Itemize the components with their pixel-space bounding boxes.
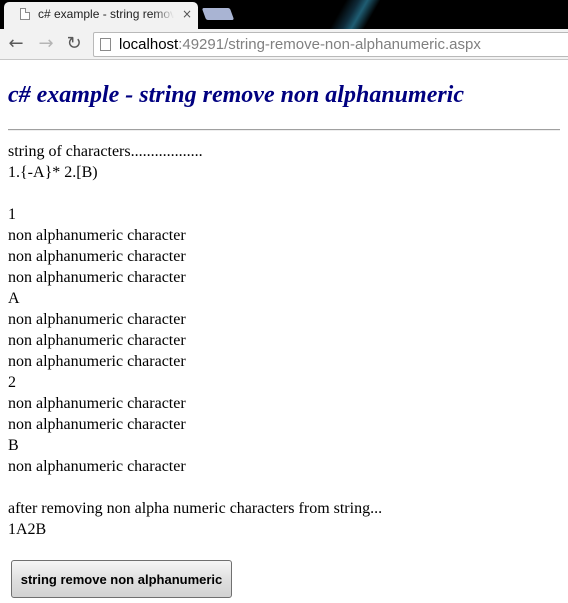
browser-tabstrip: c# example - string remove non alphanume… <box>0 0 568 29</box>
browser-tab[interactable]: c# example - string remove non alphanume… <box>4 2 198 29</box>
output-line: non alphanumeric character <box>8 248 186 265</box>
output-line: non alphanumeric character <box>8 458 186 475</box>
tabstrip-background-decoration <box>320 0 390 29</box>
output-line: non alphanumeric character <box>8 395 186 412</box>
output-line: B <box>8 437 19 454</box>
close-tab-icon[interactable]: × <box>180 6 194 22</box>
output-line: non alphanumeric character <box>8 269 186 286</box>
output-line: non alphanumeric character <box>8 332 186 349</box>
url-path: :49291/string-remove-non-alphanumeric.as… <box>178 36 481 53</box>
browser-toolbar: ← → ↻ localhost:49291/string-remove-non-… <box>0 29 568 60</box>
output-line: after removing non alpha numeric charact… <box>8 500 383 517</box>
page-icon <box>100 38 111 51</box>
url-host: localhost <box>119 36 179 53</box>
address-bar[interactable]: localhost:49291/string-remove-non-alphan… <box>93 32 568 57</box>
output-line: 1.{-A}* 2.[B) <box>8 164 98 181</box>
page-title: c# example - string remove non alphanume… <box>8 82 464 108</box>
new-tab-button[interactable] <box>201 8 235 20</box>
back-arrow-icon[interactable]: ← <box>6 34 26 54</box>
horizontal-rule <box>8 129 560 131</box>
output-line: string of characters.................. <box>8 143 203 160</box>
tab-title: c# example - string remove non alphanume… <box>38 7 174 21</box>
string-remove-non-alphanumeric-button[interactable]: string remove non alphanumeric <box>11 560 232 598</box>
output-line: non alphanumeric character <box>8 311 186 328</box>
output-line: 1A2B <box>8 521 47 538</box>
reload-icon[interactable]: ↻ <box>64 34 84 54</box>
output-line: 2 <box>8 374 16 391</box>
output-line: 1 <box>8 206 16 223</box>
forward-arrow-icon[interactable]: → <box>36 34 56 54</box>
output-line: non alphanumeric character <box>8 353 186 370</box>
output-line: A <box>8 290 20 307</box>
output-text: string of characters.................. 1.… <box>8 141 560 540</box>
page-icon <box>20 8 30 20</box>
output-line: non alphanumeric character <box>8 227 186 244</box>
output-line: non alphanumeric character <box>8 416 186 433</box>
url-text[interactable]: localhost:49291/string-remove-non-alphan… <box>119 35 481 55</box>
